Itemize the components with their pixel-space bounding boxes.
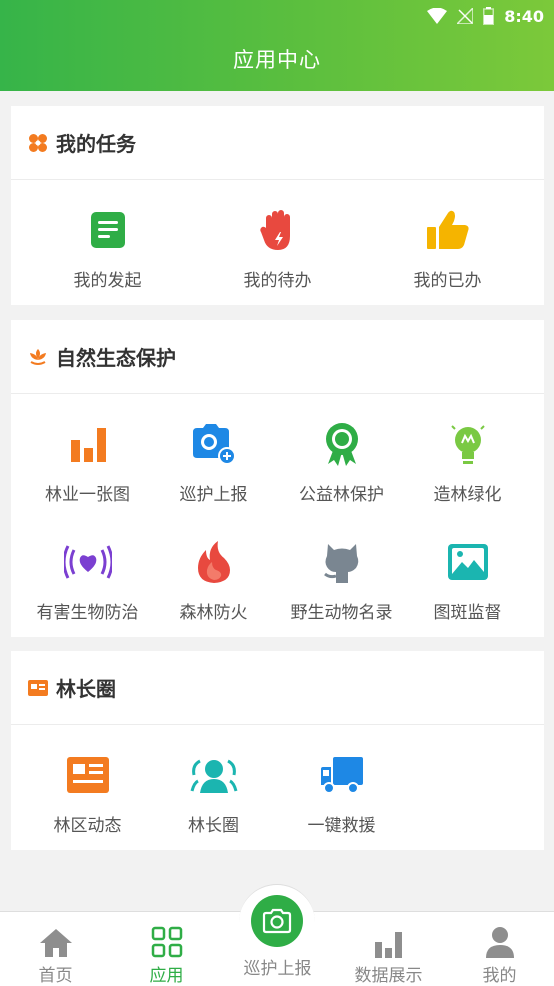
lotus-icon [28,347,48,367]
tile-label: 造林绿化 [433,485,502,505]
battery-icon [483,7,495,25]
patrol-camera-button[interactable] [251,895,303,947]
tile-chief-circle[interactable]: 林长圈 [147,753,280,836]
tab-home[interactable]: 首页 [0,912,111,986]
tile-patch-supervision[interactable]: 图斑监督 [401,540,534,623]
group-users-icon [190,759,237,793]
stats-icon [374,932,402,958]
tab-mine[interactable]: 我的 [444,912,554,986]
tab-label: 首页 [38,966,73,986]
page-title: 应用中心 [233,48,321,72]
tile-label: 我的发起 [73,271,142,291]
card-my-tasks: 我的任务 我的发起 我的待办 我的已办 [11,106,544,305]
fire-icon [197,541,230,583]
camera-icon [262,908,292,934]
newspaper-icon [66,757,109,793]
tab-label: 应用 [149,966,184,986]
tile-label: 森林防火 [179,603,248,623]
section-title: 自然生态保护 [56,346,176,370]
app-header: 8:40 应用中心 [0,0,554,91]
hand-stop-icon [259,210,290,250]
tile-my-initiated[interactable]: 我的发起 [41,208,174,291]
tile-label: 一键救援 [307,816,376,836]
thumbs-up-icon [426,210,469,249]
document-list-icon [90,212,125,248]
tile-label: 有害生物防治 [36,603,139,623]
tile-label: 林业一张图 [45,485,130,505]
wifi-icon [427,8,448,24]
card-forest-chief-circle: 林长圈 林区动态 林长圈 一键救援 [11,651,544,850]
octocat-icon [323,544,358,583]
tile-label: 巡护上报 [179,485,248,505]
card-header: 我的任务 [11,106,544,180]
camera-add-icon [192,424,236,465]
user-icon [485,927,514,958]
tile-forestry-map[interactable]: 林业一张图 [21,422,154,505]
lightbulb-icon [450,425,485,464]
tile-label: 野生动物名录 [290,603,393,623]
tile-label: 公益林保护 [299,485,384,505]
tile-afforestation[interactable]: 造林绿化 [401,422,534,505]
section-title: 林长圈 [56,677,116,701]
tile-pest-control[interactable]: 有害生物防治 [21,540,154,623]
tile-my-pending[interactable]: 我的待办 [211,208,344,291]
tile-public-forest-protection[interactable]: 公益林保护 [275,422,408,505]
tasks-section-icon [28,133,48,153]
status-time: 8:40 [504,6,544,26]
tile-my-done[interactable]: 我的已办 [381,208,514,291]
tile-label: 图斑监督 [433,603,502,623]
tile-patrol-report[interactable]: 巡护上报 [147,422,280,505]
heart-signal-icon [63,545,112,579]
tile-label: 林长圈 [188,816,239,836]
status-bar: 8:40 [427,4,544,28]
tile-forest-news[interactable]: 林区动态 [21,753,154,836]
tile-fire-prevention[interactable]: 森林防火 [147,540,280,623]
tile-wildlife-directory[interactable]: 野生动物名录 [275,540,408,623]
bar-chart-icon [70,428,106,462]
tab-patrol-report[interactable] [239,884,315,960]
tab-label: 数据展示 [354,966,423,986]
tile-one-key-rescue[interactable]: 一键救援 [275,753,408,836]
tile-label: 林区动态 [53,816,122,836]
home-icon [39,929,72,957]
tab-label-patrol: 巡护上报 [243,959,312,979]
id-card-icon [28,678,48,698]
truck-icon [320,757,363,794]
card-header: 林长圈 [11,651,544,725]
apps-grid-icon [151,926,182,958]
section-title: 我的任务 [56,132,136,156]
tab-apps[interactable]: 应用 [111,912,222,986]
image-icon [447,544,488,580]
tile-label: 我的待办 [243,271,312,291]
tab-label: 我的 [482,966,517,986]
tab-data-display[interactable]: 数据展示 [333,912,444,986]
award-badge-icon [325,423,358,466]
no-signal-icon [457,8,474,24]
tile-label: 我的已办 [413,271,482,291]
card-ecology: 自然生态保护 林业一张图 巡护上报 公益林保护 造林绿化 有害生物防治 森林防火 [11,320,544,637]
card-header: 自然生态保护 [11,320,544,394]
